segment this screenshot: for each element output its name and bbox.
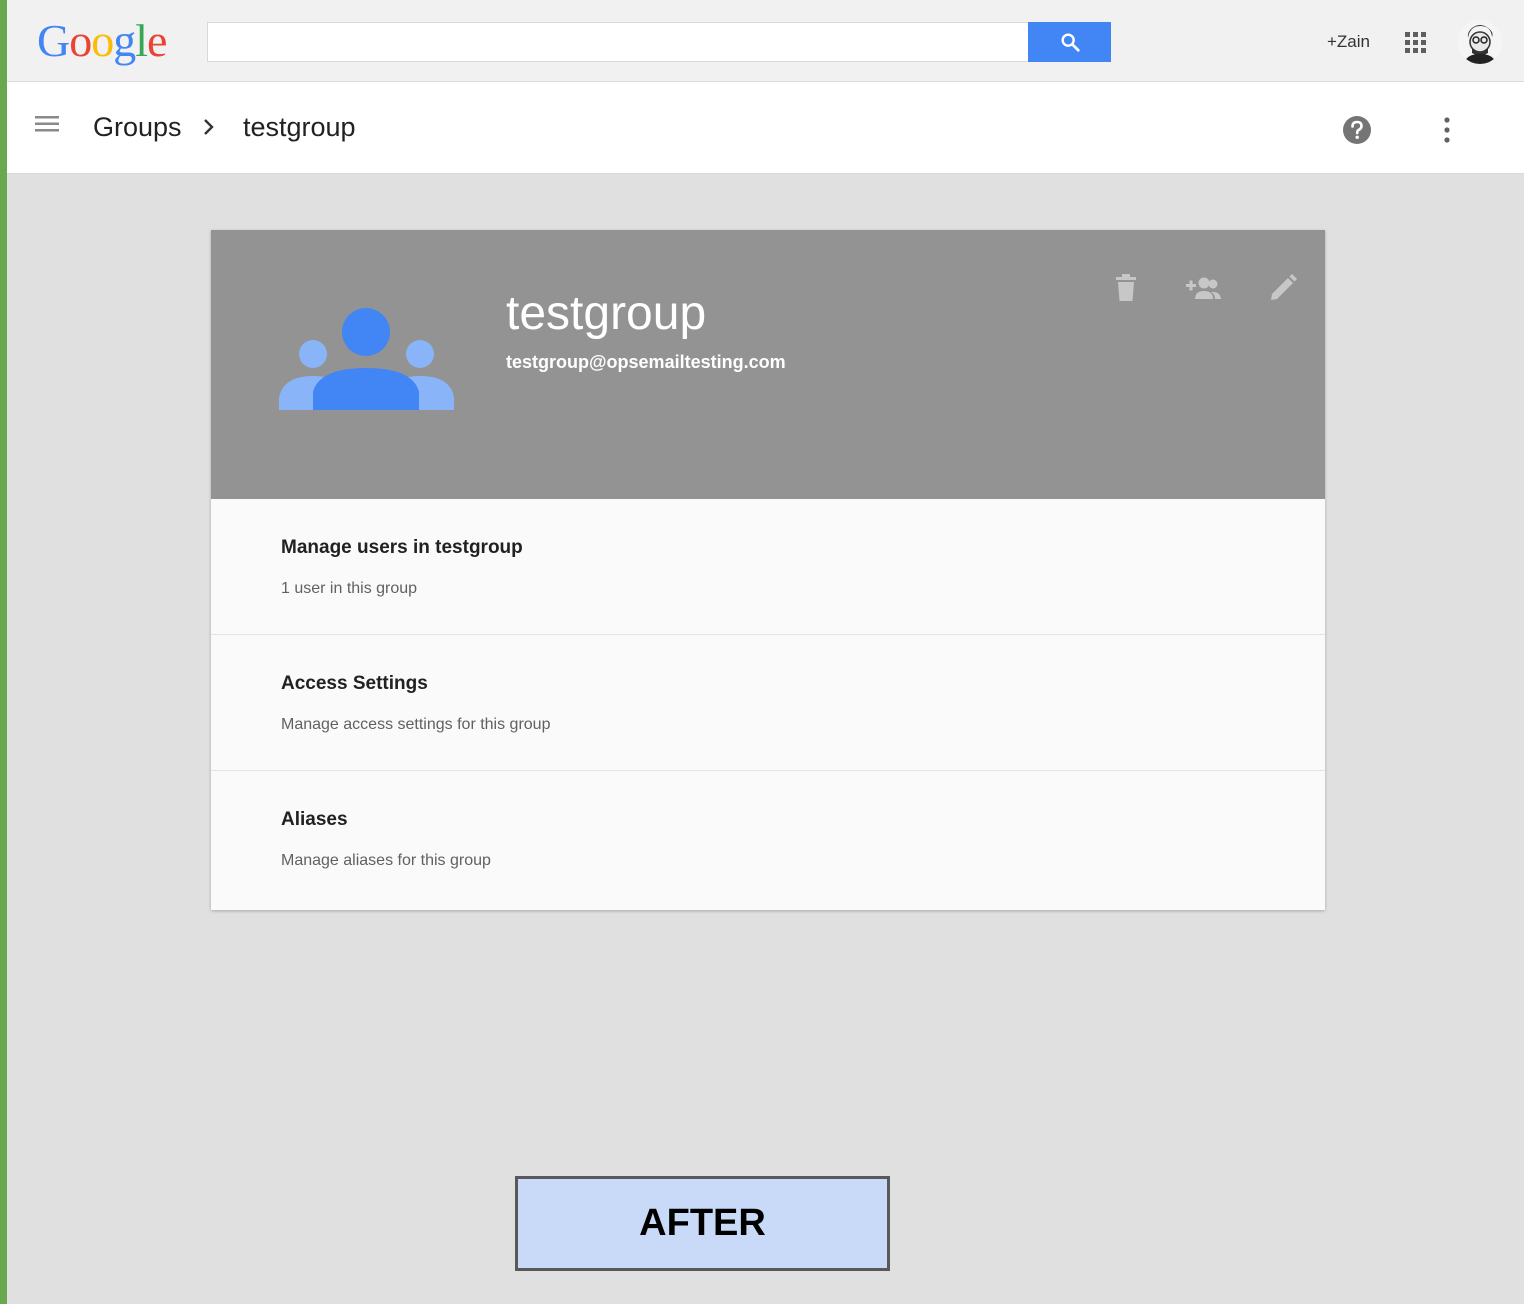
access-settings-row[interactable]: Access Settings Manage access settings f… <box>211 635 1325 771</box>
left-edge-bar <box>0 0 7 1304</box>
logo-letter: o <box>91 15 114 66</box>
app-header: Groups testgroup <box>7 82 1524 174</box>
row-title: Manage users in testgroup <box>281 537 523 558</box>
user-avatar-icon <box>1458 20 1502 64</box>
group-name: testgroup <box>506 287 707 340</box>
delete-icon[interactable] <box>1114 274 1138 302</box>
logo-letter: l <box>135 15 148 66</box>
row-subtitle: Manage access settings for this group <box>281 716 551 733</box>
user-profile-link[interactable]: +Zain <box>1327 32 1370 52</box>
edit-icon[interactable] <box>1269 274 1297 302</box>
logo-letter: g <box>113 15 136 66</box>
apps-grid-icon[interactable] <box>1405 32 1427 54</box>
logo-letter: o <box>69 15 92 66</box>
more-vert-icon[interactable] <box>1440 116 1454 144</box>
group-icon <box>279 308 454 410</box>
google-logo[interactable]: Google <box>37 14 167 67</box>
logo-letter: G <box>37 15 70 66</box>
row-title: Access Settings <box>281 673 428 694</box>
search-input[interactable] <box>207 22 1029 62</box>
row-title: Aliases <box>281 809 348 830</box>
avatar[interactable] <box>1458 20 1502 64</box>
group-card-header: testgroup testgroup@opsemailtesting.com <box>211 230 1325 499</box>
manage-users-row[interactable]: Manage users in testgroup 1 user in this… <box>211 499 1325 635</box>
search-icon <box>1060 33 1080 52</box>
group-card: testgroup testgroup@opsemailtesting.com … <box>211 230 1325 910</box>
group-email: testgroup@opsemailtesting.com <box>506 352 786 372</box>
search-button[interactable] <box>1028 22 1111 62</box>
chevron-right-icon <box>204 119 214 135</box>
breadcrumb-groups[interactable]: Groups <box>93 112 182 143</box>
after-label: AFTER <box>515 1176 890 1271</box>
add-member-icon[interactable] <box>1186 274 1222 302</box>
logo-letter: e <box>147 15 167 66</box>
row-subtitle: Manage aliases for this group <box>281 852 491 869</box>
google-top-bar: Google +Zain <box>7 0 1524 82</box>
aliases-row[interactable]: Aliases Manage aliases for this group <box>211 771 1325 910</box>
breadcrumb-current: testgroup <box>243 112 356 142</box>
hamburger-menu-icon[interactable] <box>35 115 59 133</box>
row-subtitle: 1 user in this group <box>281 580 418 597</box>
help-icon[interactable] <box>1342 115 1372 145</box>
